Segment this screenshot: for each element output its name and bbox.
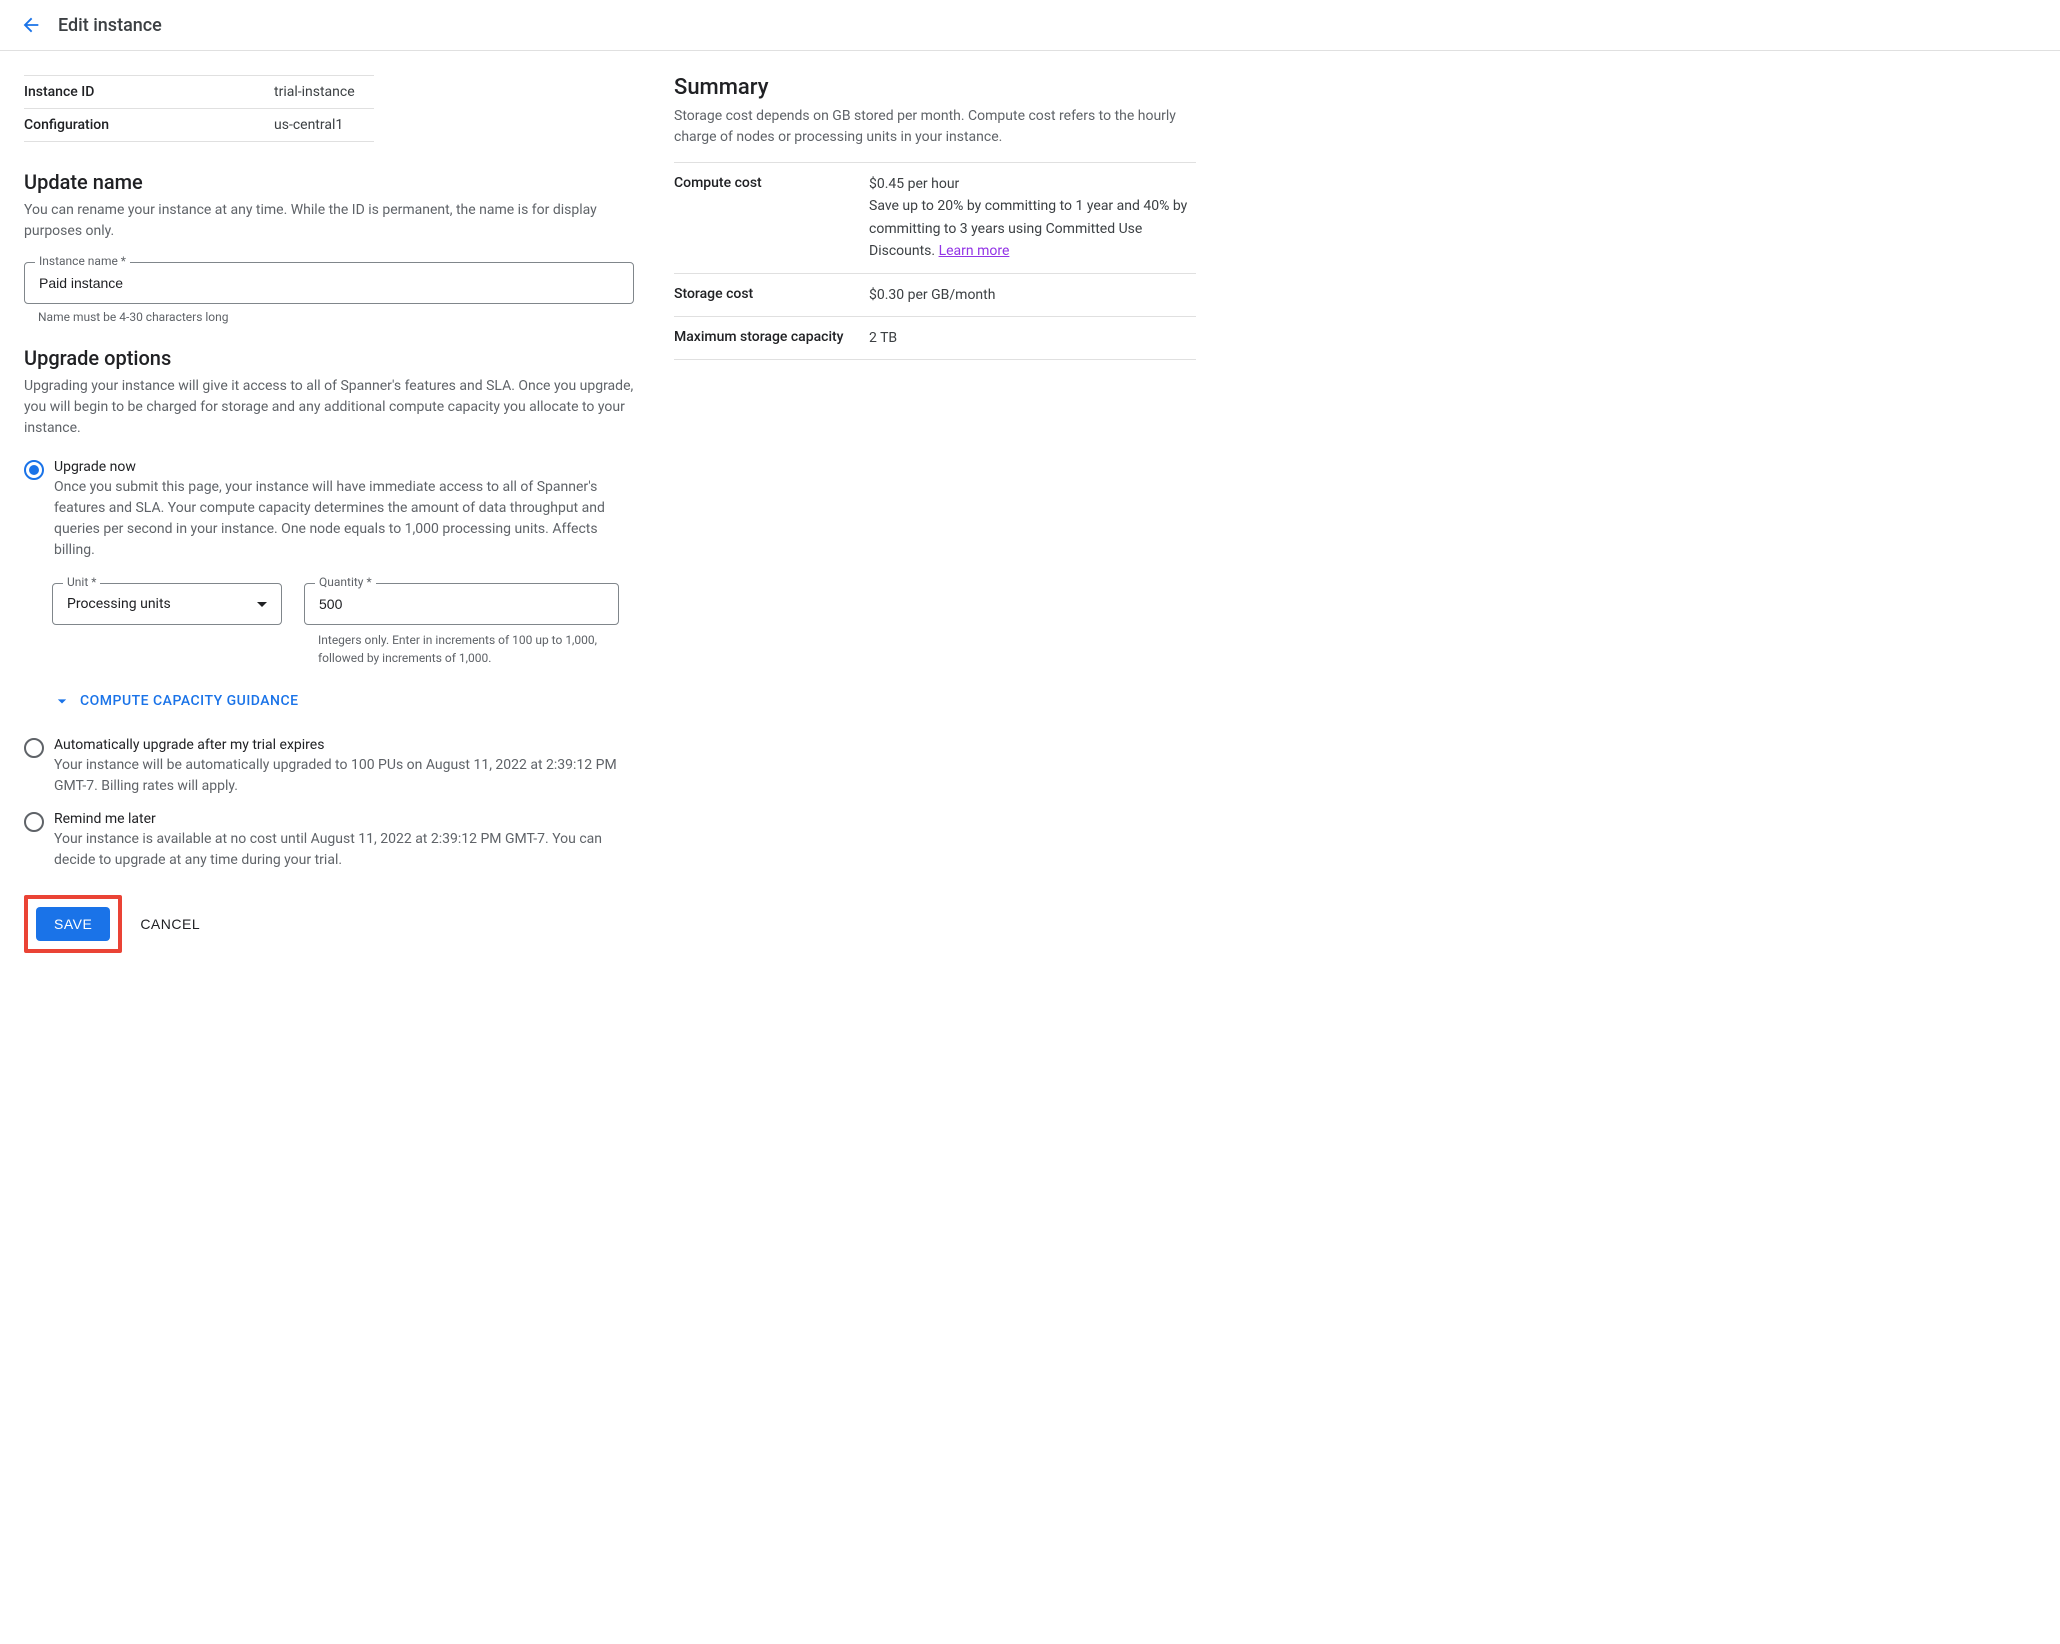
- instance-name-label: Instance name *: [35, 254, 130, 268]
- summary-title: Summary: [674, 75, 1196, 100]
- back-arrow-icon[interactable]: [20, 14, 42, 36]
- radio-auto-upgrade-control[interactable]: [24, 738, 44, 758]
- radio-remind-later[interactable]: Remind me later Your instance is availab…: [24, 811, 634, 871]
- update-name-title: Update name: [24, 170, 634, 194]
- radio-auto-upgrade-desc: Your instance will be automatically upgr…: [54, 755, 634, 797]
- summary-max-row: Maximum storage capacity 2 TB: [674, 317, 1196, 360]
- radio-upgrade-now-control[interactable]: [24, 460, 44, 480]
- summary-storage-value: $0.30 per GB/month: [869, 284, 1196, 306]
- radio-upgrade-now-desc: Once you submit this page, your instance…: [54, 477, 634, 561]
- radio-auto-upgrade-label: Automatically upgrade after my trial exp…: [54, 737, 634, 753]
- quantity-label: Quantity *: [315, 575, 376, 589]
- page-title: Edit instance: [58, 15, 162, 36]
- save-button[interactable]: SAVE: [36, 907, 110, 941]
- save-button-highlight: SAVE: [24, 895, 122, 953]
- learn-more-link[interactable]: Learn more: [939, 243, 1010, 259]
- update-name-desc: You can rename your instance at any time…: [24, 200, 634, 242]
- quantity-input[interactable]: [305, 584, 618, 624]
- radio-upgrade-now[interactable]: Upgrade now Once you submit this page, y…: [24, 459, 634, 561]
- radio-remind-later-desc: Your instance is available at no cost un…: [54, 829, 634, 871]
- summary-storage-row: Storage cost $0.30 per GB/month: [674, 274, 1196, 317]
- summary-compute-row: Compute cost $0.45 per hour Save up to 2…: [674, 163, 1196, 274]
- summary-compute-label: Compute cost: [674, 173, 869, 194]
- chevron-down-icon: [52, 691, 72, 711]
- unit-value: Processing units: [67, 596, 171, 612]
- upgrade-options-title: Upgrade options: [24, 346, 634, 370]
- instance-name-hint: Name must be 4-30 characters long: [24, 310, 634, 324]
- summary-compute-value: $0.45 per hour: [869, 173, 1196, 195]
- compute-capacity-guidance-toggle[interactable]: COMPUTE CAPACITY GUIDANCE: [52, 691, 634, 711]
- cancel-button[interactable]: CANCEL: [140, 916, 200, 932]
- summary-max-value: 2 TB: [869, 327, 1196, 349]
- instance-name-field[interactable]: Instance name *: [24, 262, 634, 304]
- instance-id-label: Instance ID: [24, 84, 274, 100]
- summary-storage-label: Storage cost: [674, 284, 869, 305]
- radio-remind-later-label: Remind me later: [54, 811, 634, 827]
- page-header: Edit instance: [0, 0, 2060, 51]
- dropdown-arrow-icon: [257, 602, 267, 607]
- quantity-hint: Integers only. Enter in increments of 10…: [304, 631, 634, 667]
- configuration-label: Configuration: [24, 117, 274, 133]
- summary-max-label: Maximum storage capacity: [674, 327, 869, 348]
- configuration-value: us-central1: [274, 117, 343, 133]
- unit-label: Unit *: [63, 575, 100, 589]
- summary-compute-note: Save up to 20% by committing to 1 year a…: [869, 195, 1196, 262]
- summary-table: Compute cost $0.45 per hour Save up to 2…: [674, 162, 1196, 360]
- instance-id-value: trial-instance: [274, 84, 355, 100]
- radio-remind-later-control[interactable]: [24, 812, 44, 832]
- radio-upgrade-now-label: Upgrade now: [54, 459, 634, 475]
- radio-auto-upgrade[interactable]: Automatically upgrade after my trial exp…: [24, 737, 634, 797]
- quantity-field[interactable]: Quantity *: [304, 583, 619, 625]
- instance-info-table: Instance ID trial-instance Configuration…: [24, 75, 374, 142]
- instance-id-row: Instance ID trial-instance: [24, 76, 374, 109]
- summary-desc: Storage cost depends on GB stored per mo…: [674, 106, 1196, 148]
- upgrade-options-desc: Upgrading your instance will give it acc…: [24, 376, 634, 439]
- unit-select[interactable]: Unit * Processing units: [52, 583, 282, 625]
- instance-name-input[interactable]: [25, 263, 633, 303]
- configuration-row: Configuration us-central1: [24, 109, 374, 142]
- compute-capacity-guidance-label: COMPUTE CAPACITY GUIDANCE: [80, 693, 299, 709]
